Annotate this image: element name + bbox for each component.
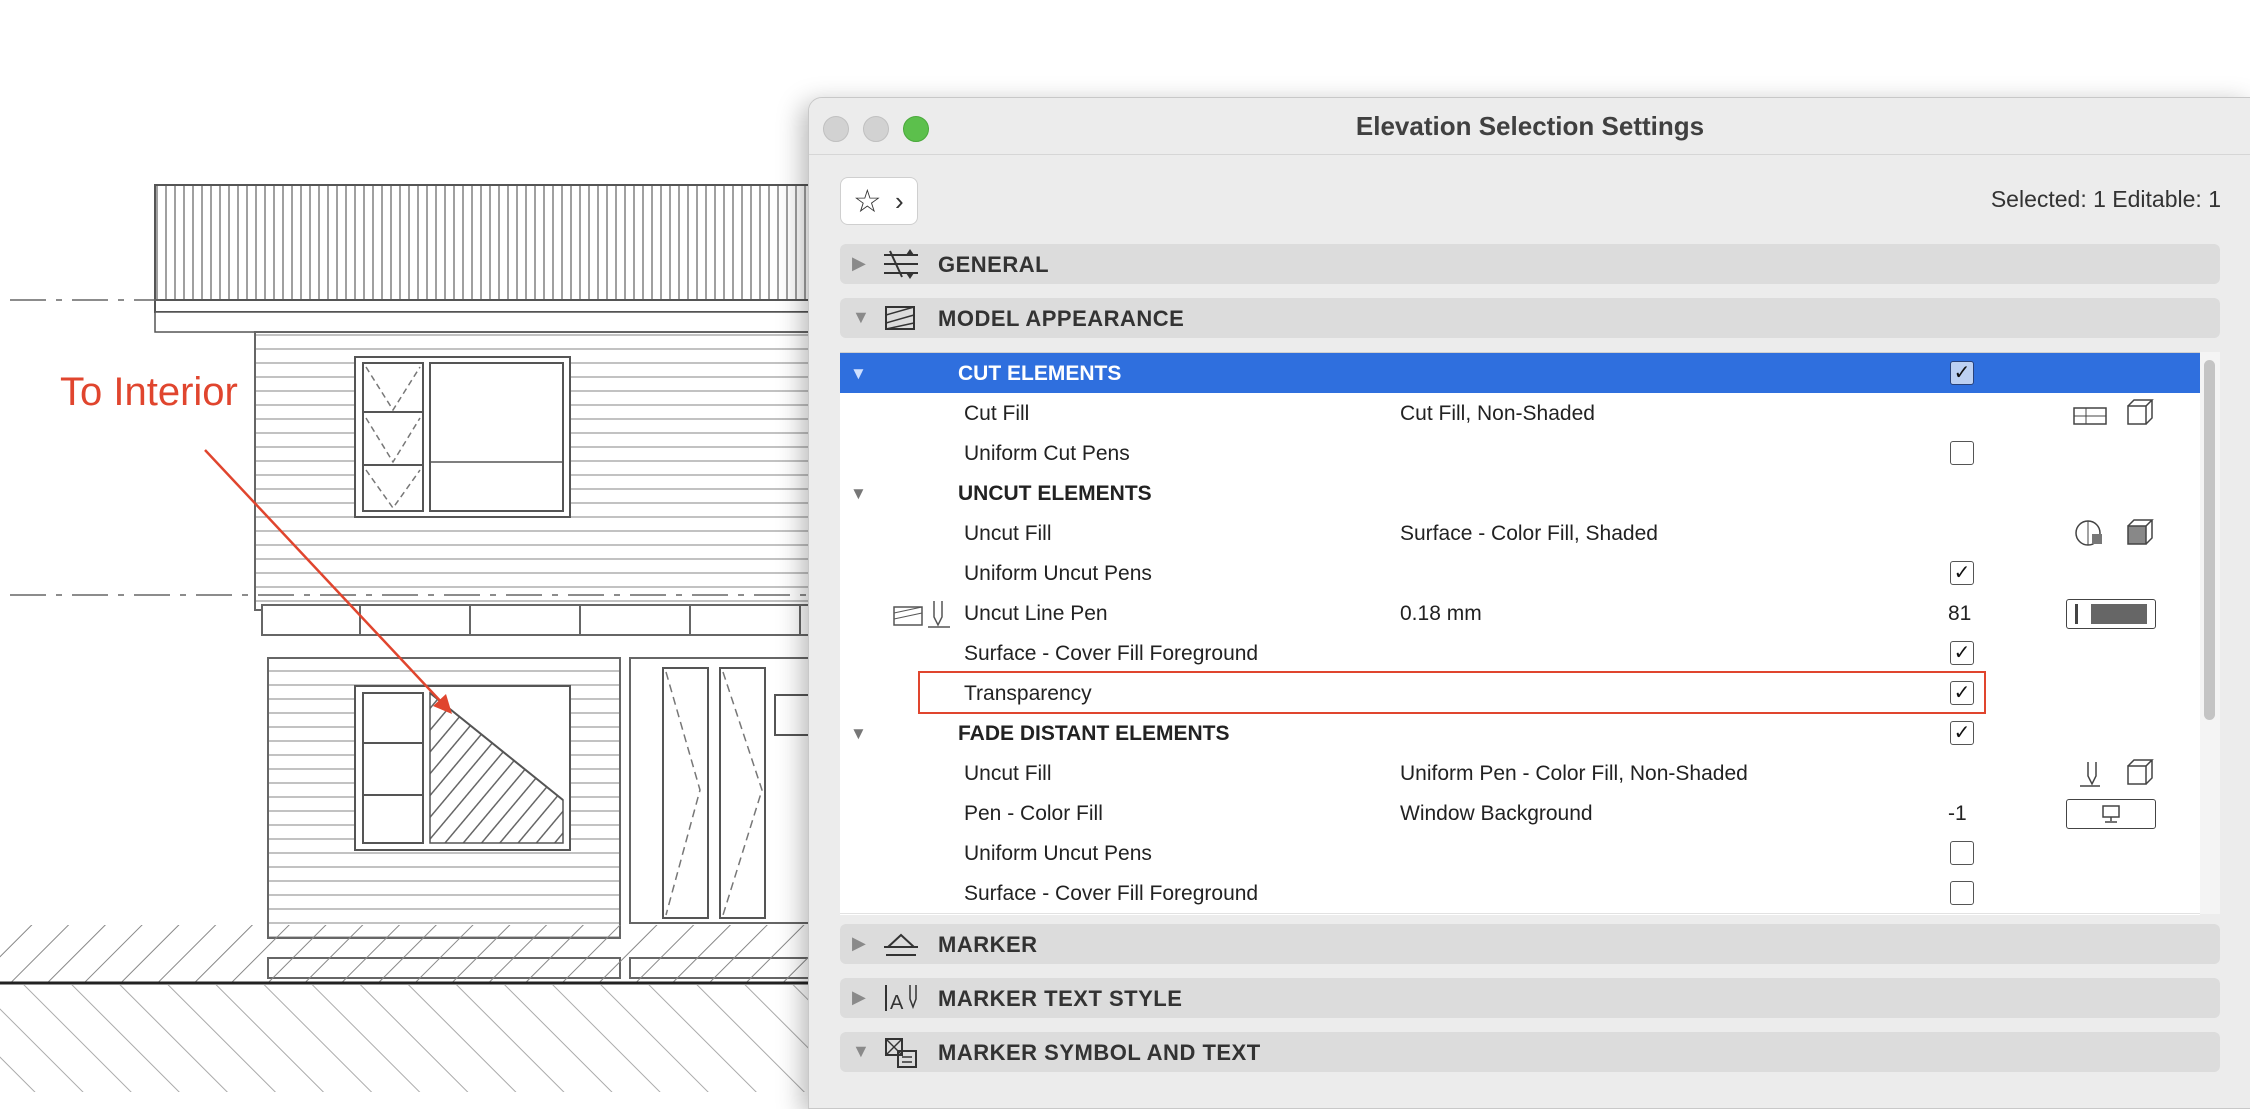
row-name: Surface - Cover Fill Foreground [964,882,1259,905]
row-transparency[interactable]: Transparency ✓ [840,673,2200,714]
row-name: Surface - Cover Fill Foreground [964,642,1259,665]
surface-cover-fill-checkbox[interactable]: ✓ [1950,641,1974,665]
group-label: UNCUT ELEMENTS [958,482,1152,505]
row-name: Uncut Fill [964,522,1052,545]
upper-wall [254,331,816,611]
group-fade-distant-elements[interactable]: ▼ FADE DISTANT ELEMENTS ✓ [840,713,2200,754]
pen-swatch[interactable] [2066,599,2156,629]
surface-fill-icon[interactable] [2070,518,2160,548]
group-label: FADE DISTANT ELEMENTS [958,722,1230,745]
row-value[interactable]: Uniform Pen - Color Fill, Non-Shaded [1400,762,1748,786]
window-background-swatch[interactable] [2066,799,2156,829]
collapse-triangle-icon[interactable]: ▼ [850,364,867,384]
selection-status: Selected: 1 Editable: 1 [1990,186,2221,212]
row-name: Pen - Color Fill [964,802,1103,825]
row-fade-surface-cover-fill[interactable]: Surface - Cover Fill Foreground [840,873,2200,914]
fade-distant-checkbox[interactable]: ✓ [1950,721,1974,745]
star-icon: ☆ [853,183,882,219]
row-pen-color-fill[interactable]: Pen - Color Fill Window Background -1 [840,793,2200,834]
model-appearance-icon [885,306,915,330]
panel-model-appearance-label: MODEL APPEARANCE [938,306,1185,331]
collapse-triangle-icon[interactable]: ▼ [850,724,867,744]
panel-marker-symbol-and-text-label: MARKER SYMBOL AND TEXT [938,1040,1261,1065]
expand-triangle-icon[interactable]: ▶ [852,987,866,1008]
monitor-icon [2102,805,2120,823]
collapse-triangle-icon[interactable]: ▼ [852,1041,870,1062]
roof [154,184,816,333]
fade-surface-cover-fill-checkbox[interactable] [1950,881,1974,905]
collapse-triangle-icon[interactable]: ▼ [852,307,870,328]
text-style-icon: A [885,985,917,1014]
floor-band [261,604,816,636]
fill-type-icon[interactable] [2070,398,2160,428]
pen-settings-icon [893,601,950,628]
elevation-settings-dialog: Elevation Selection Settings ☆ › Selecte… [808,97,2250,1109]
row-fade-uncut-fill[interactable]: Uncut Fill Uniform Pen - Color Fill, Non… [840,753,2200,794]
pen-number[interactable]: -1 [1948,802,1967,826]
row-value[interactable]: Cut Fill, Non-Shaded [1400,402,1595,426]
symbol-text-icon [885,1038,917,1068]
model-appearance-tree: ▼ CUT ELEMENTS ✓ Cut Fill Cut Fill, Non-… [840,352,2200,915]
row-name: Uniform Uncut Pens [964,562,1152,585]
annotation-label: To Interior [60,370,238,414]
dialog-title: Elevation Selection Settings [1355,111,1705,141]
title-bar[interactable]: Elevation Selection Settings [809,98,2250,155]
expand-triangle-icon[interactable]: ▶ [852,933,866,954]
panel-marker-label: MARKER [938,932,1038,957]
group-cut-elements[interactable]: ▼ CUT ELEMENTS ✓ [840,353,2200,394]
expand-triangle-icon[interactable]: ▶ [852,253,866,274]
row-uniform-cut-pens[interactable]: Uniform Cut Pens [840,433,2200,474]
row-fade-uniform-uncut-pens[interactable]: Uniform Uncut Pens [840,833,2200,874]
collapse-triangle-icon[interactable]: ▼ [850,484,867,504]
row-name: Uncut Line Pen [964,602,1108,625]
panel-marker-text-style[interactable]: ▶ A MARKER TEXT STYLE [840,978,2220,1018]
row-value[interactable]: Window Background [1400,802,1593,826]
panel-general-label: GENERAL [938,252,1050,277]
group-uncut-elements[interactable]: ▼ UNCUT ELEMENTS [840,473,2200,514]
panel-marker-symbol-and-text[interactable]: ▼ MARKER SYMBOL AND TEXT [840,1032,2220,1072]
row-uncut-fill[interactable]: Uncut Fill Surface - Color Fill, Shaded [840,513,2200,554]
panel-marker-text-style-label: MARKER TEXT STYLE [938,986,1183,1011]
row-value[interactable]: Surface - Color Fill, Shaded [1400,522,1658,546]
cut-elements-checkbox[interactable]: ✓ [1950,361,1974,385]
row-name: Uniform Cut Pens [964,442,1130,465]
row-name: Uniform Uncut Pens [964,842,1152,865]
chevron-right-icon: › [895,186,904,216]
svg-text:A: A [890,992,904,1014]
row-uniform-uncut-pens[interactable]: Uniform Uncut Pens ✓ [840,553,2200,594]
pen-number[interactable]: 81 [1948,602,1971,626]
panel-general[interactable]: ▶ GENERAL [840,244,2220,284]
row-uncut-line-pen[interactable]: Uncut Line Pen 0.18 mm 81 [840,593,2200,634]
panel-marker[interactable]: ▶ MARKER [840,924,2220,964]
uniform-pen-fill-icon[interactable] [2070,758,2160,788]
transparency-checkbox[interactable]: ✓ [1950,681,1974,705]
uniform-uncut-pens-checkbox[interactable]: ✓ [1950,561,1974,585]
row-value[interactable]: 0.18 mm [1400,602,1482,626]
ground [0,925,810,1092]
panel-model-appearance[interactable]: ▼ MODEL APPEARANCE [840,298,2220,338]
row-name: Cut Fill [964,402,1030,425]
fade-uniform-uncut-pens-checkbox[interactable] [1950,841,1974,865]
row-cut-fill[interactable]: Cut Fill Cut Fill, Non-Shaded [840,393,2200,434]
uniform-cut-pens-checkbox[interactable] [1950,441,1974,465]
favorites-button[interactable]: ☆ › [840,177,918,225]
group-label: CUT ELEMENTS [958,362,1122,385]
row-name: Uncut Fill [964,762,1052,785]
row-surface-cover-fill[interactable]: Surface - Cover Fill Foreground ✓ [840,633,2200,674]
row-name: Transparency [964,682,1092,705]
general-settings-icon [884,249,918,279]
scrollbar-thumb[interactable] [2204,360,2215,720]
marker-icon [884,933,918,956]
